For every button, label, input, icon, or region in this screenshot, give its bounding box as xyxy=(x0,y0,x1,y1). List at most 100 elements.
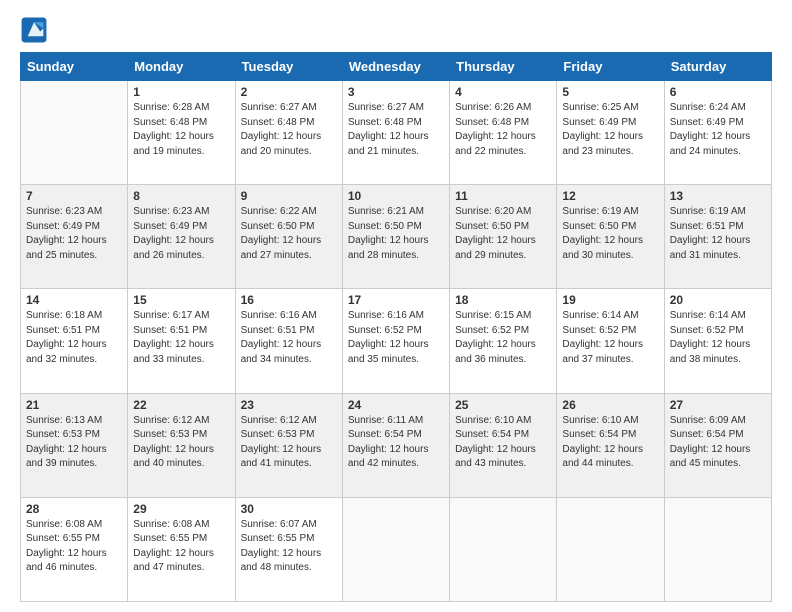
calendar-day-cell: 18 Sunrise: 6:15 AMSunset: 6:52 PMDayligh… xyxy=(450,289,557,393)
calendar-day-cell: 12 Sunrise: 6:19 AMSunset: 6:50 PMDayligh… xyxy=(557,185,664,289)
day-info: Sunrise: 6:18 AMSunset: 6:51 PMDaylight:… xyxy=(26,309,122,367)
day-number: 24 xyxy=(348,398,444,412)
calendar-day-cell: 11 Sunrise: 6:20 AMSunset: 6:50 PMDayligh… xyxy=(450,185,557,289)
calendar-day-cell: 6 Sunrise: 6:24 AMSunset: 6:49 PMDaylight… xyxy=(664,81,771,185)
day-number: 16 xyxy=(241,293,337,307)
column-header-tuesday: Tuesday xyxy=(235,53,342,81)
day-info: Sunrise: 6:07 AMSunset: 6:55 PMDaylight:… xyxy=(241,518,337,576)
day-number: 8 xyxy=(133,189,229,203)
calendar-day-cell: 1 Sunrise: 6:28 AMSunset: 6:48 PMDaylight… xyxy=(128,81,235,185)
calendar-day-cell: 14 Sunrise: 6:18 AMSunset: 6:51 PMDayligh… xyxy=(21,289,128,393)
day-number: 11 xyxy=(455,189,551,203)
day-info: Sunrise: 6:15 AMSunset: 6:52 PMDaylight:… xyxy=(455,309,551,367)
day-number: 1 xyxy=(133,85,229,99)
day-number: 14 xyxy=(26,293,122,307)
day-info: Sunrise: 6:16 AMSunset: 6:52 PMDaylight:… xyxy=(348,309,444,367)
day-number: 10 xyxy=(348,189,444,203)
day-info: Sunrise: 6:19 AMSunset: 6:51 PMDaylight:… xyxy=(670,205,766,263)
day-info: Sunrise: 6:28 AMSunset: 6:48 PMDaylight:… xyxy=(133,101,229,159)
day-info: Sunrise: 6:22 AMSunset: 6:50 PMDaylight:… xyxy=(241,205,337,263)
calendar-header-row: SundayMondayTuesdayWednesdayThursdayFrid… xyxy=(21,53,772,81)
day-info: Sunrise: 6:11 AMSunset: 6:54 PMDaylight:… xyxy=(348,414,444,472)
calendar-day-cell: 8 Sunrise: 6:23 AMSunset: 6:49 PMDaylight… xyxy=(128,185,235,289)
day-info: Sunrise: 6:24 AMSunset: 6:49 PMDaylight:… xyxy=(670,101,766,159)
day-number: 9 xyxy=(241,189,337,203)
page: SundayMondayTuesdayWednesdayThursdayFrid… xyxy=(0,0,792,612)
calendar-day-cell: 23 Sunrise: 6:12 AMSunset: 6:53 PMDayligh… xyxy=(235,393,342,497)
day-info: Sunrise: 6:12 AMSunset: 6:53 PMDaylight:… xyxy=(241,414,337,472)
calendar-day-cell: 24 Sunrise: 6:11 AMSunset: 6:54 PMDayligh… xyxy=(342,393,449,497)
day-info: Sunrise: 6:19 AMSunset: 6:50 PMDaylight:… xyxy=(562,205,658,263)
calendar-day-cell: 5 Sunrise: 6:25 AMSunset: 6:49 PMDaylight… xyxy=(557,81,664,185)
day-info: Sunrise: 6:10 AMSunset: 6:54 PMDaylight:… xyxy=(562,414,658,472)
calendar-day-cell xyxy=(342,497,449,601)
day-number: 29 xyxy=(133,502,229,516)
day-info: Sunrise: 6:26 AMSunset: 6:48 PMDaylight:… xyxy=(455,101,551,159)
header xyxy=(20,16,772,44)
calendar-day-cell: 27 Sunrise: 6:09 AMSunset: 6:54 PMDayligh… xyxy=(664,393,771,497)
calendar-week-row: 1 Sunrise: 6:28 AMSunset: 6:48 PMDaylight… xyxy=(21,81,772,185)
day-info: Sunrise: 6:09 AMSunset: 6:54 PMDaylight:… xyxy=(670,414,766,472)
day-info: Sunrise: 6:14 AMSunset: 6:52 PMDaylight:… xyxy=(562,309,658,367)
column-header-thursday: Thursday xyxy=(450,53,557,81)
calendar-day-cell: 28 Sunrise: 6:08 AMSunset: 6:55 PMDayligh… xyxy=(21,497,128,601)
day-info: Sunrise: 6:21 AMSunset: 6:50 PMDaylight:… xyxy=(348,205,444,263)
calendar-day-cell: 16 Sunrise: 6:16 AMSunset: 6:51 PMDayligh… xyxy=(235,289,342,393)
day-info: Sunrise: 6:27 AMSunset: 6:48 PMDaylight:… xyxy=(241,101,337,159)
day-info: Sunrise: 6:13 AMSunset: 6:53 PMDaylight:… xyxy=(26,414,122,472)
calendar-table: SundayMondayTuesdayWednesdayThursdayFrid… xyxy=(20,52,772,602)
column-header-wednesday: Wednesday xyxy=(342,53,449,81)
day-number: 12 xyxy=(562,189,658,203)
calendar-day-cell: 26 Sunrise: 6:10 AMSunset: 6:54 PMDayligh… xyxy=(557,393,664,497)
day-number: 2 xyxy=(241,85,337,99)
calendar-day-cell: 4 Sunrise: 6:26 AMSunset: 6:48 PMDaylight… xyxy=(450,81,557,185)
day-info: Sunrise: 6:25 AMSunset: 6:49 PMDaylight:… xyxy=(562,101,658,159)
calendar-day-cell: 22Sunrise: 6:12 AMSunset: 6:53 PMDayligh… xyxy=(128,393,235,497)
day-number: 30 xyxy=(241,502,337,516)
calendar-day-cell: 13Sunrise: 6:19 AMSunset: 6:51 PMDayligh… xyxy=(664,185,771,289)
day-number: 7 xyxy=(26,189,122,203)
day-number: 22 xyxy=(133,398,229,412)
day-number: 3 xyxy=(348,85,444,99)
calendar-day-cell: 25Sunrise: 6:10 AMSunset: 6:54 PMDayligh… xyxy=(450,393,557,497)
column-header-friday: Friday xyxy=(557,53,664,81)
calendar-week-row: 7 Sunrise: 6:23 AMSunset: 6:49 PMDaylight… xyxy=(21,185,772,289)
logo-icon xyxy=(20,16,48,44)
calendar-day-cell xyxy=(664,497,771,601)
calendar-week-row: 28 Sunrise: 6:08 AMSunset: 6:55 PMDayligh… xyxy=(21,497,772,601)
calendar-day-cell: 21 Sunrise: 6:13 AMSunset: 6:53 PMDayligh… xyxy=(21,393,128,497)
day-info: Sunrise: 6:16 AMSunset: 6:51 PMDaylight:… xyxy=(241,309,337,367)
calendar-day-cell: 19 Sunrise: 6:14 AMSunset: 6:52 PMDayligh… xyxy=(557,289,664,393)
calendar-day-cell xyxy=(450,497,557,601)
day-number: 21 xyxy=(26,398,122,412)
day-info: Sunrise: 6:23 AMSunset: 6:49 PMDaylight:… xyxy=(133,205,229,263)
day-info: Sunrise: 6:08 AMSunset: 6:55 PMDaylight:… xyxy=(26,518,122,576)
day-info: Sunrise: 6:20 AMSunset: 6:50 PMDaylight:… xyxy=(455,205,551,263)
calendar-week-row: 21 Sunrise: 6:13 AMSunset: 6:53 PMDayligh… xyxy=(21,393,772,497)
day-number: 4 xyxy=(455,85,551,99)
calendar-day-cell: 17 Sunrise: 6:16 AMSunset: 6:52 PMDayligh… xyxy=(342,289,449,393)
calendar-day-cell: 3Sunrise: 6:27 AMSunset: 6:48 PMDaylight… xyxy=(342,81,449,185)
day-number: 18 xyxy=(455,293,551,307)
calendar-day-cell xyxy=(21,81,128,185)
calendar-week-row: 14 Sunrise: 6:18 AMSunset: 6:51 PMDayligh… xyxy=(21,289,772,393)
day-number: 6 xyxy=(670,85,766,99)
calendar-day-cell: 29Sunrise: 6:08 AMSunset: 6:55 PMDayligh… xyxy=(128,497,235,601)
day-number: 20 xyxy=(670,293,766,307)
day-number: 19 xyxy=(562,293,658,307)
day-number: 17 xyxy=(348,293,444,307)
day-number: 27 xyxy=(670,398,766,412)
day-number: 5 xyxy=(562,85,658,99)
day-number: 25 xyxy=(455,398,551,412)
calendar-day-cell: 10 Sunrise: 6:21 AMSunset: 6:50 PMDayligh… xyxy=(342,185,449,289)
calendar-day-cell: 30 Sunrise: 6:07 AMSunset: 6:55 PMDayligh… xyxy=(235,497,342,601)
day-number: 28 xyxy=(26,502,122,516)
calendar-day-cell: 15Sunrise: 6:17 AMSunset: 6:51 PMDayligh… xyxy=(128,289,235,393)
calendar-day-cell xyxy=(557,497,664,601)
day-number: 26 xyxy=(562,398,658,412)
column-header-monday: Monday xyxy=(128,53,235,81)
day-info: Sunrise: 6:23 AMSunset: 6:49 PMDaylight:… xyxy=(26,205,122,263)
day-info: Sunrise: 6:17 AMSunset: 6:51 PMDaylight:… xyxy=(133,309,229,367)
day-number: 23 xyxy=(241,398,337,412)
column-header-saturday: Saturday xyxy=(664,53,771,81)
